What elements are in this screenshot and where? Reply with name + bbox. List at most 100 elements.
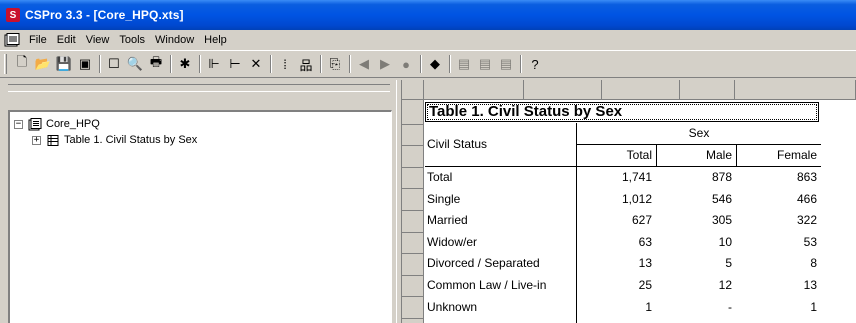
table-cell[interactable]: 863: [737, 167, 821, 188]
table-cell[interactable]: 5: [657, 253, 736, 274]
forward-icon[interactable]: ▶: [375, 54, 395, 74]
stop-icon[interactable]: ●: [396, 54, 416, 74]
table-cell[interactable]: 12: [657, 275, 736, 296]
stub-header[interactable]: Civil Status: [427, 134, 487, 155]
print-preview-icon[interactable]: 🔍: [125, 54, 145, 74]
row-label[interactable]: Divorced / Separated: [427, 253, 540, 274]
menu-bar: File Edit View Tools Window Help: [0, 30, 856, 50]
table-cell[interactable]: 546: [657, 189, 736, 210]
title-bar[interactable]: S CSPro 3.3 - [Core_HPQ.xts]: [0, 0, 856, 30]
toolbar-grip[interactable]: [4, 54, 7, 74]
table-cell[interactable]: 878: [657, 167, 736, 188]
menu-file[interactable]: File: [24, 34, 52, 46]
tree-pane: − Core_HPQ + Table 1. Civil Status by Se…: [0, 80, 396, 323]
table-cell[interactable]: 13: [737, 275, 821, 296]
table-cell[interactable]: 1,741: [577, 167, 656, 188]
row-label[interactable]: Single: [427, 189, 460, 210]
column-header-e[interactable]: [735, 80, 856, 100]
open-icon[interactable]: 📂: [33, 54, 53, 74]
table-cell[interactable]: 25: [577, 275, 656, 296]
page-icon[interactable]: ☐: [104, 54, 124, 74]
document-icon[interactable]: [4, 33, 20, 47]
row-label[interactable]: Total: [427, 167, 452, 188]
paste-icon[interactable]: ⎘: [325, 54, 345, 74]
doc1-icon[interactable]: ▤: [454, 54, 474, 74]
table-cell[interactable]: 466: [737, 189, 821, 210]
save-all-icon[interactable]: ▣: [75, 54, 95, 74]
row-header-column: [402, 80, 424, 323]
row-label[interactable]: Unknown: [427, 297, 477, 318]
hierarchy-icon[interactable]: 品: [296, 54, 316, 74]
toolbar-separator: [349, 55, 351, 73]
column-header-c[interactable]: [602, 80, 680, 100]
menu-tools[interactable]: Tools: [114, 34, 150, 46]
table-cell[interactable]: 63: [577, 232, 656, 253]
menu-help[interactable]: Help: [199, 34, 232, 46]
row-separator: [402, 275, 424, 276]
table-cell[interactable]: 1,012: [577, 189, 656, 210]
row-separator: [402, 145, 424, 146]
column-header-a[interactable]: [424, 80, 524, 100]
table-cell[interactable]: 627: [577, 210, 656, 231]
table-cell[interactable]: 1: [577, 297, 656, 318]
row-label[interactable]: Widow/er: [427, 232, 477, 253]
grid-corner[interactable]: [402, 80, 424, 100]
spanner-header[interactable]: Sex: [577, 123, 821, 144]
toolbar-separator: [320, 55, 322, 73]
back-icon[interactable]: ◀: [354, 54, 374, 74]
tree-pane-header: [8, 84, 390, 92]
column-header-male[interactable]: Male: [657, 145, 736, 166]
cspro-app-icon[interactable]: S: [6, 8, 20, 22]
column-header-total[interactable]: Total: [577, 145, 656, 166]
toolbar-separator: [170, 55, 172, 73]
table-cell[interactable]: 1: [737, 297, 821, 318]
table-cell[interactable]: 13: [577, 253, 656, 274]
tree-node-core-hpq[interactable]: − Core_HPQ: [14, 116, 100, 132]
table-cell[interactable]: 322: [737, 210, 821, 231]
column-header-b[interactable]: [524, 80, 602, 100]
menu-window[interactable]: Window: [150, 34, 199, 46]
table-cell[interactable]: -: [657, 297, 736, 318]
help-icon[interactable]: ?: [525, 54, 545, 74]
window-title: CSPro 3.3 - [Core_HPQ.xts]: [25, 8, 184, 22]
table-cell[interactable]: 53: [737, 232, 821, 253]
row-separator: [402, 167, 424, 168]
expand-icon[interactable]: +: [32, 135, 41, 145]
row-separator: [402, 253, 424, 254]
row-separator: [402, 232, 424, 233]
menu-view[interactable]: View: [81, 34, 115, 46]
row-separator: [402, 188, 424, 189]
print-icon[interactable]: 🖶: [146, 54, 166, 74]
run-icon[interactable]: ✱: [175, 54, 195, 74]
table-icon: [46, 134, 60, 147]
row-label[interactable]: Common Law / Live-in: [427, 275, 546, 296]
new-icon[interactable]: 🗋: [12, 54, 32, 74]
table-cell[interactable]: 305: [657, 210, 736, 231]
tree-node-table-1[interactable]: + Table 1. Civil Status by Sex: [32, 132, 197, 148]
grid-icon[interactable]: ⁞: [275, 54, 295, 74]
tree-add-icon[interactable]: ⊩: [204, 54, 224, 74]
save-icon[interactable]: 💾: [54, 54, 74, 74]
doc2-icon[interactable]: ▤: [475, 54, 495, 74]
table-cell[interactable]: 8: [737, 253, 821, 274]
doc3-icon[interactable]: ▤: [496, 54, 516, 74]
table-cell[interactable]: 10: [657, 232, 736, 253]
tree-branch-icon[interactable]: ⊢: [225, 54, 245, 74]
book-icon[interactable]: ◆: [425, 54, 445, 74]
collapse-icon[interactable]: −: [14, 119, 23, 129]
row-label[interactable]: Married: [427, 210, 468, 231]
table-grid[interactable]: Table 1. Civil Status by Sex Civil Statu…: [402, 80, 856, 323]
tree-view[interactable]: − Core_HPQ + Table 1. Civil Status by Se…: [8, 110, 392, 323]
row-separator: [402, 296, 424, 297]
table-title[interactable]: Table 1. Civil Status by Sex: [425, 102, 819, 122]
row-separator: [402, 210, 424, 211]
toolbar-separator: [420, 55, 422, 73]
row-separator: [402, 318, 424, 319]
column-header-d[interactable]: [680, 80, 735, 100]
toolbar-separator: [449, 55, 451, 73]
dictionary-book-icon: [28, 117, 42, 131]
delete-icon[interactable]: ✕: [246, 54, 266, 74]
column-header-female[interactable]: Female: [737, 145, 821, 166]
menu-edit[interactable]: Edit: [52, 34, 81, 46]
toolbar-separator: [520, 55, 522, 73]
